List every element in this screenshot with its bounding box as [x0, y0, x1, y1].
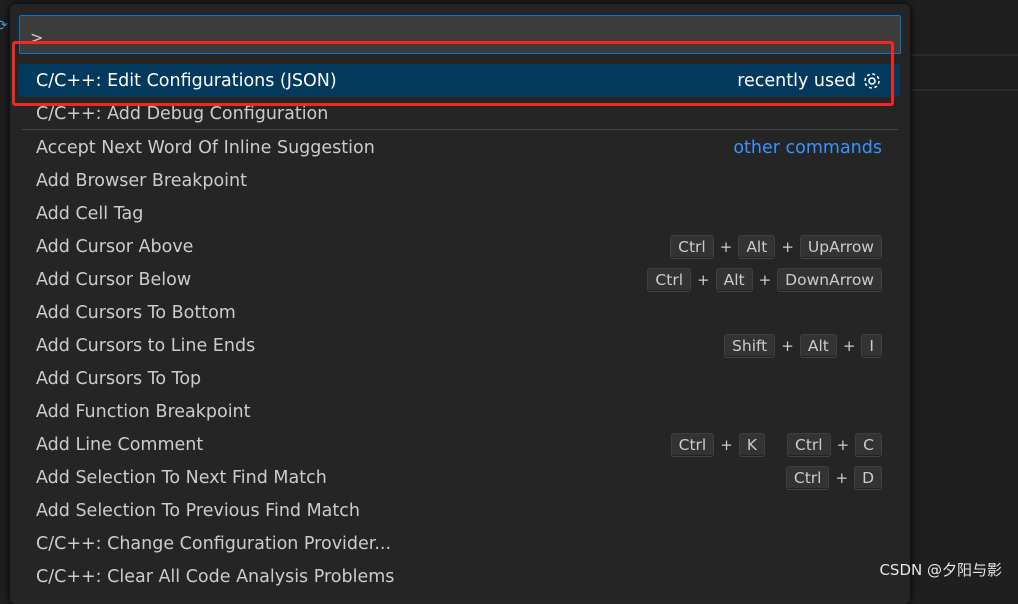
watermark: CSDN @夕阳与影 [879, 561, 1002, 579]
command-item[interactable]: Add Function Breakpoint [18, 395, 900, 428]
command-label: Add Cursors To Top [36, 368, 202, 389]
sync-icon: ⟳ [0, 18, 8, 34]
command-item[interactable]: Add Cursors To Bottom [18, 296, 900, 329]
command-item[interactable]: Add Cell Tag [18, 197, 900, 230]
command-item[interactable]: Add Cursor Below Ctrl + Alt + DownArrow [18, 263, 900, 296]
separator [22, 129, 898, 130]
command-item[interactable]: Add Cursor Above Ctrl + Alt + UpArrow [18, 230, 900, 263]
command-item[interactable]: Add Selection To Next Find Match Ctrl + D [18, 461, 900, 494]
other-commands-label: other commands [733, 137, 882, 158]
editor-divider [900, 54, 1018, 56]
command-label: Add Cursor Below [36, 269, 192, 290]
command-label: Add Function Breakpoint [36, 401, 251, 422]
keybinding-key: Alt [799, 333, 837, 358]
plus-separator: + [781, 336, 794, 355]
command-label: Add Cursor Above [36, 236, 194, 257]
plus-separator: + [842, 336, 856, 355]
command-item[interactable]: Add Cursors to Line Ends Shift + Alt + I [18, 329, 900, 362]
plus-separator: + [758, 270, 772, 289]
keybinding-key: C [855, 432, 882, 457]
plus-separator: + [697, 270, 710, 289]
command-item[interactable]: C/C++: Change Configuration Provider... [18, 527, 900, 560]
command-label: Add Cursors to Line Ends [36, 335, 256, 356]
keybinding-key: Shift [724, 333, 776, 358]
command-item[interactable]: Add Cursors To Top [18, 362, 900, 395]
keybinding-key: Ctrl [670, 432, 715, 457]
command-item[interactable]: Add Browser Breakpoint [18, 164, 900, 197]
keybinding-key: K [738, 432, 765, 457]
keybinding-key: Ctrl [787, 432, 831, 457]
keybinding-key: Ctrl [785, 465, 830, 490]
command-label: Add Line Comment [36, 434, 204, 455]
command-label: C/C++: Add Debug Configuration [36, 103, 329, 124]
command-label: Add Selection To Next Find Match [36, 467, 327, 488]
plus-separator: + [719, 237, 733, 256]
command-label: Accept Next Word Of Inline Suggestion [36, 137, 375, 158]
editor-divider [900, 89, 1018, 91]
plus-separator: + [836, 435, 850, 454]
command-label: C/C++: Change Configuration Provider... [36, 533, 392, 554]
keybinding-key: Alt [715, 267, 753, 292]
command-item[interactable]: Add Line Comment Ctrl + K Ctrl + C [18, 428, 900, 461]
command-item[interactable]: C/C++: Clear All Code Analysis Problems [18, 560, 900, 593]
command-label: C/C++: Clear All Code Analysis Problems [36, 566, 395, 587]
highlight-annotation [12, 41, 894, 106]
command-item[interactable]: Add Selection To Previous Find Match [18, 494, 900, 527]
keybinding-key: DownArrow [777, 267, 882, 292]
keybinding-key: Alt [738, 234, 776, 259]
keybinding-key: I [861, 333, 882, 358]
command-label: Add Selection To Previous Find Match [36, 500, 360, 521]
keybinding-key: UpArrow [799, 234, 882, 259]
plus-separator: + [720, 435, 733, 454]
plus-separator: + [835, 468, 849, 487]
keybinding-key: Ctrl [647, 267, 692, 292]
command-label: Add Browser Breakpoint [36, 170, 247, 191]
command-item[interactable]: Accept Next Word Of Inline Suggestion oth… [18, 131, 900, 164]
command-label: Add Cursors To Bottom [36, 302, 236, 323]
plus-separator: + [781, 237, 794, 256]
keybinding-key: Ctrl [670, 234, 714, 259]
keybinding-key: D [854, 465, 882, 490]
command-label: Add Cell Tag [36, 203, 144, 224]
